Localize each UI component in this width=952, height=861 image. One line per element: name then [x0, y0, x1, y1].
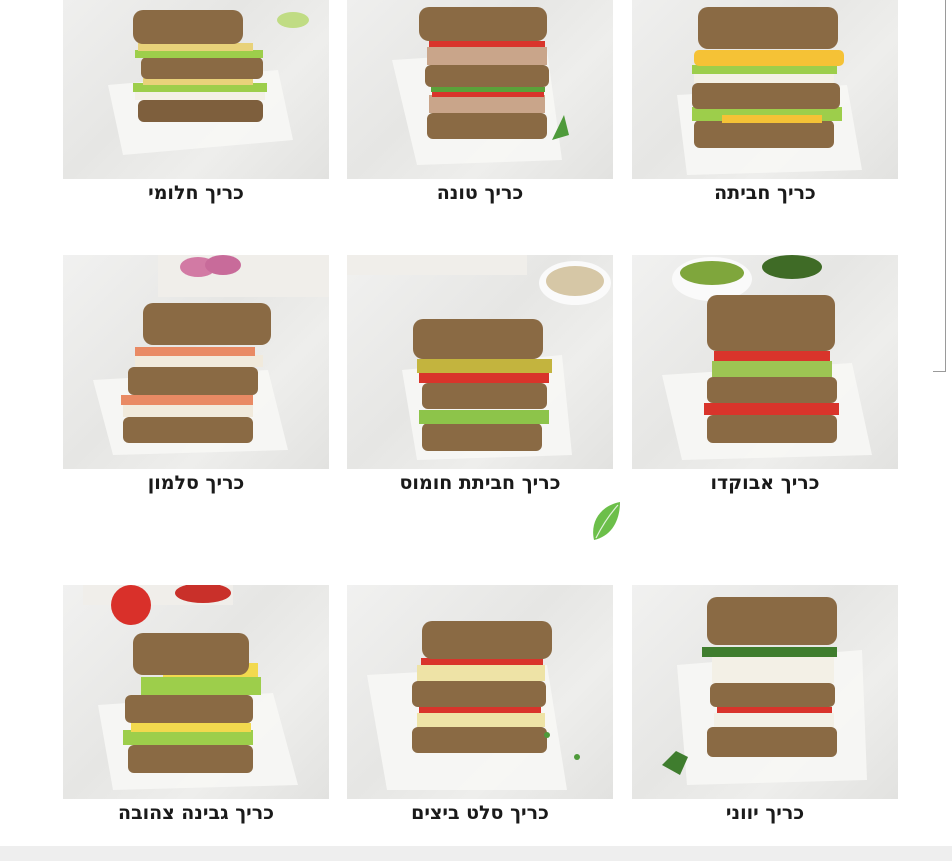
menu-item-label: כריך אבוקדו [710, 472, 820, 494]
sandwich-illustration [83, 585, 298, 790]
menu-item-omelette[interactable]: כריך חביתה [632, 0, 898, 205]
sandwich-illustration [662, 597, 867, 785]
menu-item-halloumi[interactable]: כריך חלומי [63, 0, 329, 205]
omelette-sandwich-photo[interactable] [632, 0, 898, 179]
menu-item-tuna[interactable]: כריך טונה [347, 0, 613, 205]
sandwich-illustration [392, 7, 569, 165]
sandwich-illustration [367, 621, 580, 790]
sandwich-illustration [108, 10, 309, 155]
chickpea-omelette-sandwich-photo[interactable] [347, 255, 613, 469]
menu-item-label: כריך סלט ביצים [411, 802, 549, 824]
menu-item-label: כריך סלמון [147, 472, 245, 494]
sandwich-illustration [347, 255, 611, 460]
menu-item-label: כריך גבינה צהובה [118, 802, 274, 824]
menu-item-egg-salad[interactable]: כריך סלט ביצים [347, 585, 613, 825]
yellow-cheese-sandwich-photo[interactable] [63, 585, 329, 799]
menu-item-yellow-cheese[interactable]: כריך גבינה צהובה [63, 585, 329, 825]
sandwich-illustration [677, 7, 862, 175]
leaf-icon [590, 500, 622, 546]
menu-item-avocado[interactable]: כריך אבוקדו [632, 255, 898, 495]
footer-band [0, 846, 952, 861]
sandwich-illustration [93, 255, 329, 455]
greek-sandwich-photo[interactable] [632, 585, 898, 799]
menu-item-label: כריך חלומי [148, 182, 244, 204]
sandwich-illustration [662, 255, 872, 460]
menu-item-greek[interactable]: כריך יווני [632, 585, 898, 825]
menu-item-label: כריך חביתת חומוס [399, 472, 561, 494]
menu-item-chickpea-omelette[interactable]: כריך חביתת חומוס [347, 255, 613, 495]
menu-item-label: כריך חביתה [714, 182, 816, 204]
menu-item-label: כריך יווני [725, 802, 805, 824]
tuna-sandwich-photo[interactable] [347, 0, 613, 179]
menu-item-salmon[interactable]: כריך סלמון [63, 255, 329, 495]
halloumi-sandwich-photo[interactable] [63, 0, 329, 179]
avocado-sandwich-photo[interactable] [632, 255, 898, 469]
menu-item-label: כריך טונה [436, 182, 524, 204]
salmon-sandwich-photo[interactable] [63, 255, 329, 469]
scrollbar[interactable] [933, 0, 946, 372]
egg-salad-sandwich-photo[interactable] [347, 585, 613, 799]
